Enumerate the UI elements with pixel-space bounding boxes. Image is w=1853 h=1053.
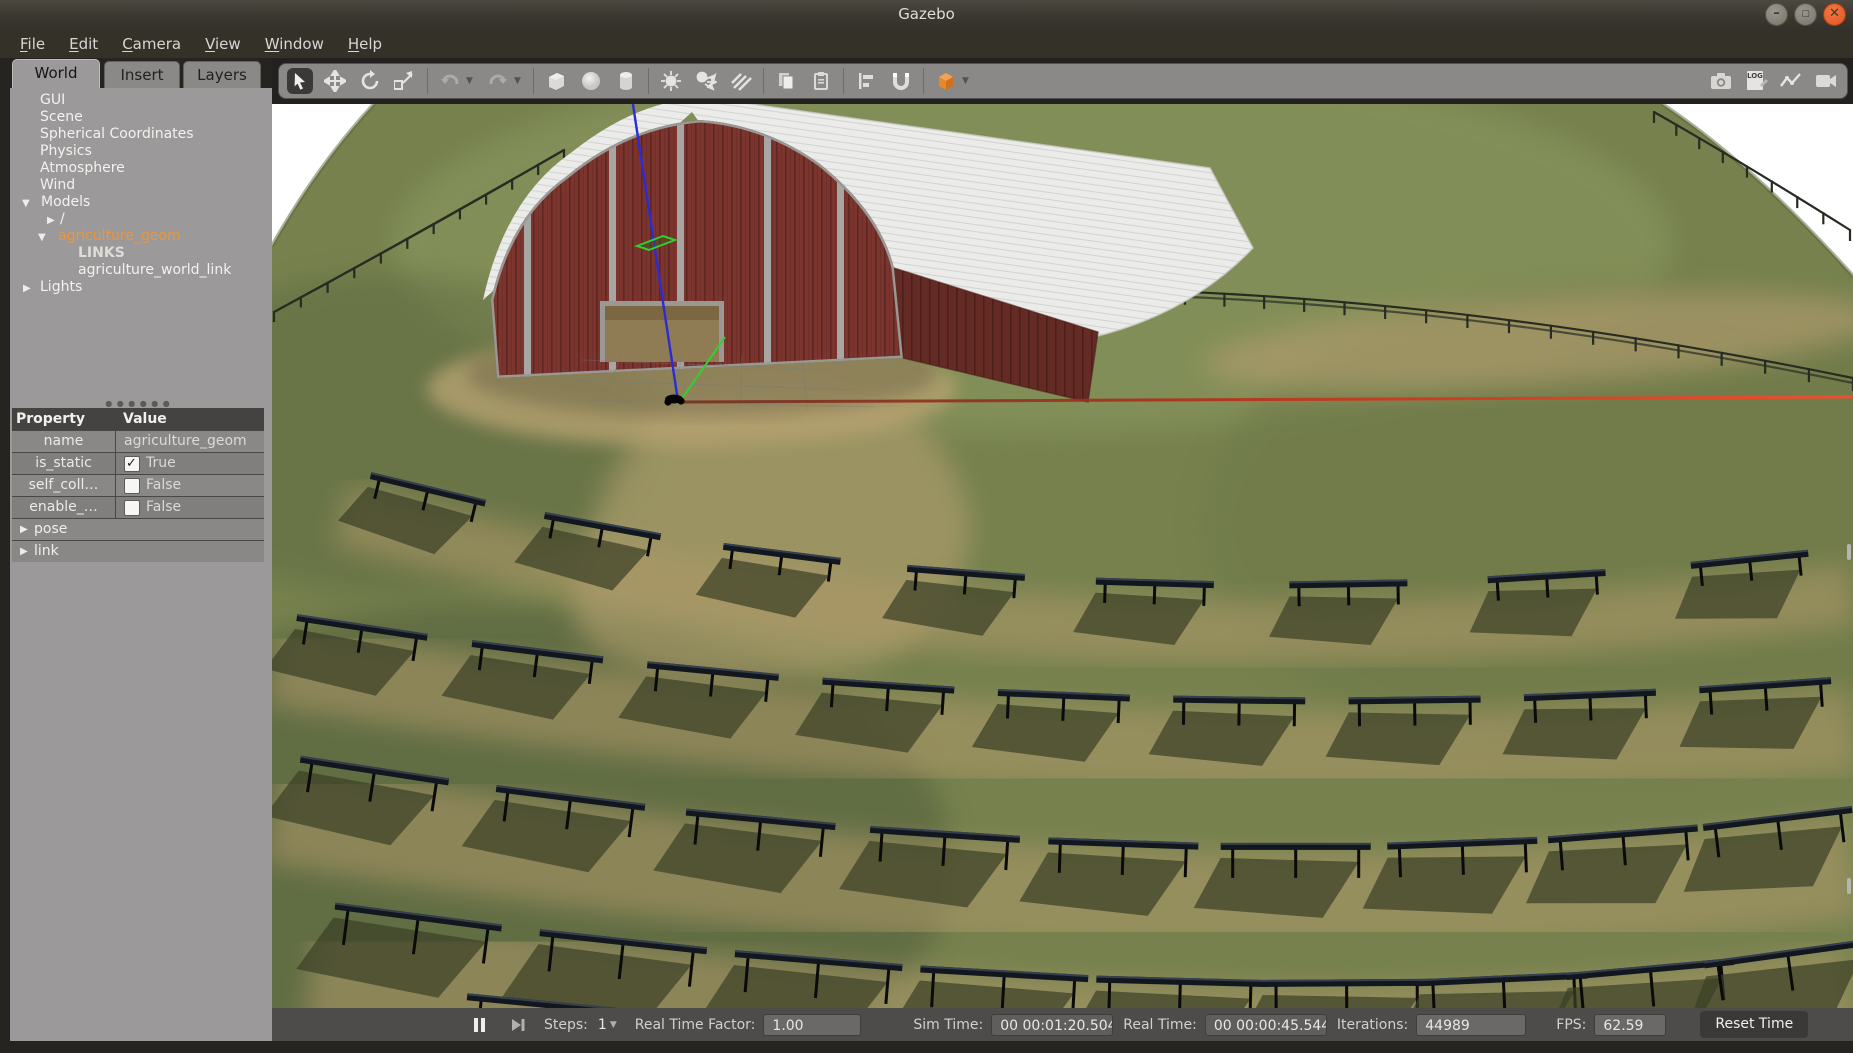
tree-item-agriculture-world-link[interactable]: agriculture_world_link [10,262,272,279]
panel-tabs: World Insert Layers [10,58,272,88]
undo-icon[interactable] [437,68,463,94]
screenshot-icon[interactable] [1708,68,1734,94]
expander-down-icon[interactable]: ▼ [38,229,46,246]
steps-label: Steps: [544,1017,588,1033]
window-title: Gazebo [0,0,1853,30]
real-time-label: Real Time: [1123,1017,1197,1033]
tree-item-lights[interactable]: ▶Lights [10,279,272,296]
property-row-enable-wind[interactable]: enable_… False [12,496,264,518]
expander-right-icon[interactable]: ▶ [20,519,28,540]
expander-right-icon[interactable]: ▶ [20,541,28,562]
menu-help[interactable]: Help [336,30,394,58]
paste-icon[interactable] [808,68,834,94]
tree-item-physics[interactable]: Physics [10,143,272,160]
tree-item-wind[interactable]: Wind [10,177,272,194]
cylinder-shape-icon[interactable] [613,68,639,94]
sim-time-label: Sim Time: [913,1017,983,1033]
menu-file[interactable]: File [8,30,57,58]
toolbar: ▼ ▼ [272,58,1853,104]
video-record-icon[interactable] [1813,68,1839,94]
translate-tool-icon[interactable] [322,68,348,94]
tree-item-spherical-coordinates[interactable]: Spherical Coordinates [10,126,272,143]
property-row-pose[interactable]: ▶pose [12,518,264,540]
log-record-label: LOG [1747,72,1763,80]
spot-light-icon[interactable] [693,68,719,94]
property-table: ● ● ● ● ● ● Property Value name agricult… [12,408,264,562]
pause-button[interactable] [472,1017,488,1033]
log-record-icon[interactable]: LOG [1743,68,1769,94]
simulation-status-bar: Steps: 1 ▼ Real Time Factor: 1.00 Sim Ti… [272,1008,1853,1041]
steps-value[interactable]: 1 [598,1017,607,1033]
select-tool-icon[interactable] [287,68,313,94]
expander-down-icon[interactable]: ▼ [22,195,30,212]
tab-world[interactable]: World [12,59,100,88]
maximize-button[interactable]: ▢ [1794,3,1817,26]
align-icon[interactable] [853,68,879,94]
close-button[interactable]: ✕ [1823,3,1846,26]
menu-view[interactable]: View [193,30,253,58]
splitter-grip[interactable] [1847,878,1851,894]
rtf-label: Real Time Factor: [635,1017,756,1033]
property-row-link[interactable]: ▶link [12,540,264,562]
undo-history-icon[interactable]: ▼ [466,76,476,86]
menu-bar: File Edit Camera View Window Help [0,30,1853,58]
tree-item-models[interactable]: ▼Models [10,194,272,211]
rtf-value[interactable]: 1.00 [763,1014,861,1036]
splitter-grip[interactable] [1847,544,1851,560]
iterations-label: Iterations: [1337,1017,1408,1033]
expander-right-icon[interactable]: ▶ [23,280,31,297]
point-light-icon[interactable] [658,68,684,94]
tab-insert[interactable]: Insert [104,61,180,88]
property-row-name[interactable]: name agriculture_geom [12,430,264,452]
checkbox-checked-icon[interactable] [124,456,140,472]
redo-icon[interactable] [485,68,511,94]
sim-time-value: 00 00:01:20.504 [991,1014,1113,1036]
fps-label: FPS: [1556,1017,1586,1033]
fps-value: 62.59 [1594,1014,1666,1036]
menu-edit[interactable]: Edit [57,30,110,58]
tree-item-scene[interactable]: Scene [10,109,272,126]
iterations-value: 44989 [1416,1014,1526,1036]
insert-model-menu-icon[interactable]: ▼ [962,76,972,86]
checkbox-unchecked-icon[interactable] [124,478,140,494]
gazebo-window: { "window": {"title": "Gazebo"}, "menu":… [0,0,1853,1053]
reset-time-button[interactable]: Reset Time [1700,1011,1808,1038]
menu-camera[interactable]: Camera [110,30,193,58]
box-shape-icon[interactable] [543,68,569,94]
splitter-handle[interactable]: ● ● ● ● ● ● [12,400,264,408]
sphere-shape-icon[interactable] [578,68,604,94]
snap-icon[interactable] [888,68,914,94]
directional-light-icon[interactable] [728,68,754,94]
insert-nested-model-icon[interactable] [933,68,959,94]
expander-right-icon[interactable]: ▶ [47,212,55,229]
menu-window[interactable]: Window [253,30,336,58]
world-tree: GUI Scene Spherical Coordinates Physics … [10,92,272,296]
tree-item-links[interactable]: LINKS [10,245,272,262]
tree-item-agriculture-geom[interactable]: ▼agriculture_geom [10,228,272,245]
step-button[interactable] [510,1017,526,1033]
barn-door [600,301,724,362]
copy-icon[interactable] [773,68,799,94]
tree-item-atmosphere[interactable]: Atmosphere [10,160,272,177]
left-panel: World Insert Layers GUI Scene Spherical … [10,58,272,1041]
redo-history-icon[interactable]: ▼ [514,76,524,86]
checkbox-unchecked-icon[interactable] [124,500,140,516]
property-table-header: Property Value [12,408,264,430]
scale-tool-icon[interactable] [392,68,418,94]
viewport-3d[interactable] [272,104,1853,1008]
plot-icon[interactable] [1778,68,1804,94]
property-row-self-collide[interactable]: self_coll… False [12,474,264,496]
title-bar[interactable]: Gazebo – ▢ ✕ [0,0,1853,31]
minimize-button[interactable]: – [1765,3,1788,26]
steps-spinner-icon[interactable]: ▼ [610,1020,617,1030]
property-row-is-static[interactable]: is_static True [12,452,264,474]
tab-layers[interactable]: Layers [183,61,261,88]
tree-item-root-model[interactable]: ▶/ [10,211,272,228]
rotate-tool-icon[interactable] [357,68,383,94]
real-time-value: 00 00:00:45.544 [1205,1014,1327,1036]
tree-item-gui[interactable]: GUI [10,92,272,109]
